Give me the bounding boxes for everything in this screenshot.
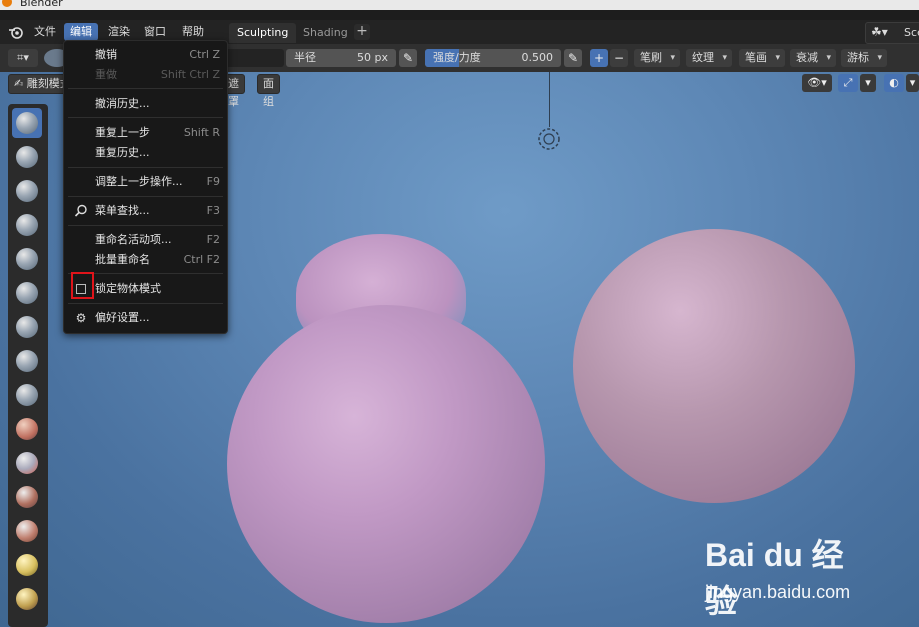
cursor-dropdown[interactable]: 游标 ▾ (841, 49, 887, 67)
sculpt-brush-icon (16, 452, 38, 474)
sculpt-brush-icon (16, 316, 38, 338)
tool-layer[interactable] (12, 278, 42, 308)
sculpt-brush-icon (16, 248, 38, 270)
sculpt-brush-icon (16, 554, 38, 576)
annotation-highlight-box (71, 272, 94, 299)
scene-label: Sce (904, 26, 919, 39)
menu-help[interactable]: 帮助 (176, 23, 210, 41)
add-direction-button[interactable]: + (590, 49, 608, 67)
sculpt-brush-icon (16, 384, 38, 406)
baidu-watermark: Bai du 经验 jingyan.baidu.com (705, 530, 870, 619)
sculpt-brush-icon (16, 588, 38, 610)
gizmo-icon[interactable]: ⤢ (838, 74, 858, 92)
strength-slider[interactable]: 强度/力度 0.500 (425, 49, 561, 67)
menu-separator (68, 303, 223, 304)
menu-render[interactable]: 渲染 (102, 23, 136, 41)
toolbar (8, 104, 48, 627)
window-title: Blender (20, 0, 63, 9)
tab-shading[interactable]: Shading (295, 23, 356, 43)
menu-edit[interactable]: 编辑 (64, 23, 98, 41)
menu-item-menu-search[interactable]: 菜单查找... F3 (64, 201, 227, 221)
subtract-direction-button[interactable]: − (610, 49, 628, 67)
tool-scrape[interactable] (12, 516, 42, 546)
menu-item-preferences[interactable]: ⚙ 偏好设置... (64, 308, 227, 328)
gear-icon: ⚙ (75, 311, 87, 325)
3d-cursor-icon (537, 72, 561, 151)
sculpt-brush-icon (16, 282, 38, 304)
window-titlebar: Blender (0, 0, 919, 10)
pen-pressure-icon[interactable]: ✎ (399, 49, 417, 67)
falloff-dropdown[interactable]: 衰减 ▾ (790, 49, 836, 67)
menu-item-repeat-last[interactable]: 重复上一步 Shift R (64, 123, 227, 143)
tool-crease[interactable] (12, 380, 42, 410)
watermark-url: jingyan.baidu.com (705, 582, 851, 602)
eye-icon[interactable]: 👁▾ (802, 74, 832, 92)
scene-selector[interactable]: ☘▾ Sce (865, 22, 919, 44)
tool-clay-strips[interactable] (12, 210, 42, 240)
menu-item-adjust-last[interactable]: 调整上一步操作... F9 (64, 172, 227, 192)
radius-label: 半径 (294, 51, 316, 64)
shading-icon[interactable]: ◐ (884, 74, 904, 92)
tool-fill[interactable] (12, 482, 42, 512)
radius-slider[interactable]: 半径 50 px (286, 49, 396, 67)
menu-window[interactable]: 窗口 (138, 23, 172, 41)
shading-dropdown[interactable]: ▾ (906, 74, 919, 92)
sculpt-brush-icon (16, 520, 38, 542)
search-icon (74, 204, 88, 218)
menu-item-undo-history[interactable]: 撤消历史... (64, 94, 227, 114)
sculpted-sphere[interactable] (227, 305, 545, 623)
sculpt-brush-icon (16, 112, 38, 134)
add-workspace-button[interactable]: + (354, 24, 370, 40)
pen-pressure-icon[interactable]: ✎ (564, 49, 582, 67)
sculpt-brush-icon (16, 146, 38, 168)
menu-item-batch-rename[interactable]: 批量重命名 Ctrl F2 (64, 250, 227, 270)
brush-dropdown[interactable]: 笔刷 ▾ (634, 49, 680, 67)
tool-smooth[interactable] (12, 414, 42, 444)
sculpt-brush-icon (16, 418, 38, 440)
tool-clay[interactable] (12, 176, 42, 206)
menu-item-repeat-history[interactable]: 重复历史... (64, 143, 227, 163)
menu-item-rename-active[interactable]: 重命名活动项... F2 (64, 230, 227, 250)
gizmo-dropdown[interactable]: ▾ (860, 74, 876, 92)
scene-icon: ☘▾ (871, 25, 888, 39)
blender-logo-icon (2, 0, 12, 7)
brush-options-button[interactable]: ⌗▾ (8, 49, 38, 67)
strength-value: 0.500 (521, 51, 554, 64)
tab-sculpting[interactable]: Sculpting (229, 23, 297, 43)
menu-separator (68, 167, 223, 168)
tool-inflate[interactable] (12, 312, 42, 342)
menu-separator (68, 88, 223, 89)
tool-blob[interactable] (12, 346, 42, 376)
blender-logo-icon[interactable] (8, 24, 24, 40)
tool-draw-sharp[interactable] (12, 142, 42, 172)
menu-file[interactable]: 文件 (28, 23, 62, 41)
sphere-object[interactable] (573, 229, 855, 503)
tool-flatten[interactable] (12, 448, 42, 478)
sculpt-brush-icon (16, 350, 38, 372)
tool-multiplane-scrape[interactable] (12, 550, 42, 580)
sculpt-brush-icon (16, 180, 38, 202)
sculpt-brush-icon (16, 214, 38, 236)
texture-dropdown[interactable]: 纹理 ▾ (686, 49, 732, 67)
menu-separator (68, 117, 223, 118)
menu-separator (68, 196, 223, 197)
tool-draw[interactable] (12, 108, 42, 138)
strength-label: 强度/力度 (433, 51, 481, 64)
watermark-brand: Bai du 经验 (705, 537, 844, 619)
tool-pinch[interactable] (12, 584, 42, 614)
sculpt-brush-icon (16, 486, 38, 508)
stroke-dropdown[interactable]: 笔画 ▾ (739, 49, 785, 67)
menu-separator (68, 225, 223, 226)
radius-value: 50 px (357, 51, 388, 64)
menu-item-undo[interactable]: 撤销 Ctrl Z (64, 45, 227, 65)
menu-item-redo[interactable]: 重做 Shift Ctrl Z (64, 65, 227, 85)
face-sets-menu[interactable]: 面组 (257, 74, 280, 108)
tool-clay-thumb[interactable] (12, 244, 42, 274)
